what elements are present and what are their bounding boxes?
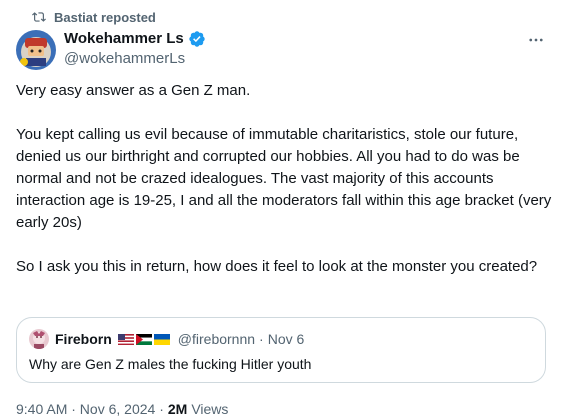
avatar[interactable]	[16, 30, 56, 70]
views-label: Views	[191, 401, 229, 417]
more-icon[interactable]	[526, 30, 546, 50]
quote-text: Why are Gen Z males the fucking Hitler y…	[29, 356, 312, 372]
tweet-text: Very easy answer as a Gen Z man. You kep…	[16, 80, 552, 278]
repost-header: Bastiat reposted	[16, 8, 156, 26]
quote-handle[interactable]: @firebornnn	[178, 331, 255, 347]
repost-label[interactable]: Bastiat reposted	[54, 10, 156, 25]
tweet-timestamp[interactable]: 9:40 AM · Nov 6, 2024 ·	[16, 400, 164, 418]
tweet-paragraph: Very easy answer as a Gen Z man.	[16, 82, 251, 99]
verified-badge-icon[interactable]	[188, 30, 206, 48]
author-name-row: Wokehammer Ls	[64, 30, 206, 48]
quote-header: Fireborn @firebornnn · Nov 6	[29, 329, 305, 349]
tweet-paragraph: So I ask you this in return, how does it…	[16, 258, 538, 275]
quoted-tweet-card[interactable]: Fireborn @firebornnn · Nov 6 Why are Gen…	[16, 317, 546, 383]
repost-icon	[30, 8, 48, 26]
tweet-paragraph: You kept calling us evil because of immu…	[16, 126, 552, 231]
quote-time[interactable]: Nov 6	[268, 331, 305, 347]
tweet-meta: 9:40 AM · Nov 6, 2024 · 2M Views	[16, 400, 228, 418]
palestine-flag-icon	[135, 333, 152, 345]
ukraine-flag-icon	[153, 333, 170, 345]
author-display-name[interactable]: Wokehammer Ls	[64, 30, 184, 48]
author-handle[interactable]: @wokehammerLs	[64, 50, 185, 68]
quote-avatar[interactable]	[29, 329, 49, 349]
quote-separator: ·	[259, 331, 264, 347]
flag-emojis	[117, 333, 170, 345]
views-count: 2M	[167, 401, 188, 417]
quote-display-name[interactable]: Fireborn	[55, 331, 112, 347]
us-flag-icon	[117, 333, 134, 345]
